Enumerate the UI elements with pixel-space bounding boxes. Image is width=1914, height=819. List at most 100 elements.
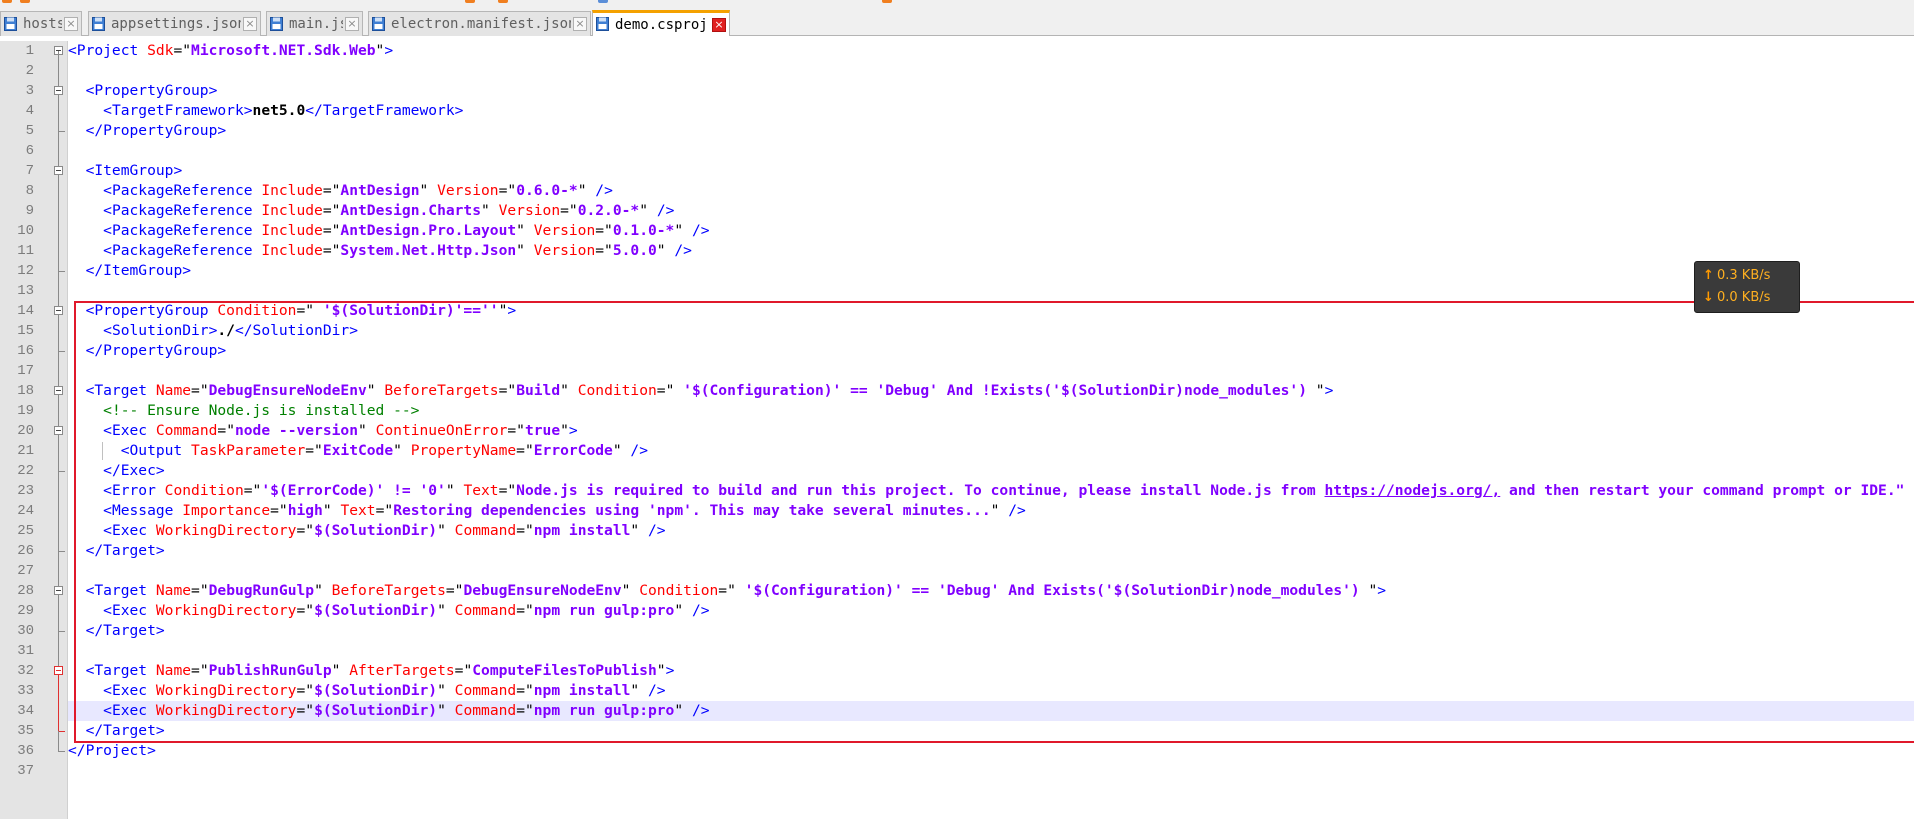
code-line: 4 <TargetFramework>net5.0</TargetFramewo…	[0, 101, 1914, 121]
line-number: 17	[17, 363, 34, 379]
code-text: </ItemGroup>	[68, 261, 191, 281]
xml-value: $(SolutionDir)	[314, 702, 438, 719]
code-text: <Exec Command="node --version" ContinueO…	[103, 422, 578, 439]
xml-value: '$(Configuration)' == 'Debug' And !Exist…	[683, 382, 1307, 399]
xml-value: npm install	[533, 682, 631, 699]
code-text: </Target>	[68, 541, 165, 561]
xml-tag: </Target>	[85, 622, 165, 639]
xml-attribute: Version	[437, 182, 499, 199]
code-line: 12 </ItemGroup>	[0, 261, 1914, 281]
tab-main-js[interactable]: main.js ×	[266, 11, 363, 36]
xml-value: Restoring dependencies using 'npm'. This…	[393, 502, 991, 519]
fold-line	[52, 261, 66, 281]
code-text: <SolutionDir>./</SolutionDir>	[68, 321, 358, 341]
fold-toggle-icon[interactable]	[52, 161, 66, 181]
fold-toggle-icon[interactable]	[52, 421, 66, 441]
tab-electron-manifest-json[interactable]: electron.manifest.json ×	[368, 11, 591, 36]
xml-attribute: ContinueOnError	[375, 422, 508, 439]
xml-tag: </TargetFramework>	[305, 102, 464, 119]
xml-tag: >	[507, 302, 517, 319]
code-line: 22 </Exec>	[0, 461, 1914, 481]
line-number: 19	[17, 403, 34, 419]
xml-value: DebugEnsureNodeEnv	[208, 382, 367, 399]
code-line: 31	[0, 641, 1914, 661]
code-line: 37	[0, 761, 1914, 781]
xml-value: npm run gulp:pro	[533, 602, 675, 619]
tab-appsettings-json[interactable]: appsettings.json ×	[88, 11, 261, 36]
code-text: <Project Sdk="Microsoft.NET.Sdk.Web">	[68, 42, 394, 59]
code-line: 9 <PackageReference Include="AntDesign.C…	[0, 201, 1914, 221]
code-text: </PropertyGroup>	[68, 121, 227, 141]
xml-tag: />	[630, 442, 648, 459]
xml-tag: <Target	[85, 662, 148, 679]
tab-hosts[interactable]: hosts ×	[0, 11, 82, 36]
code-line: 3 <PropertyGroup>	[0, 81, 1914, 101]
code-line: 18 <Target Name="DebugEnsureNodeEnv" Bef…	[0, 381, 1914, 401]
xml-attribute: Version	[498, 202, 561, 219]
code-text: <PackageReference Include="System.Net.Ht…	[103, 242, 692, 259]
xml-attribute: Command	[454, 682, 517, 699]
close-icon[interactable]: ×	[243, 17, 257, 31]
code-line: 28 <Target Name="DebugRunGulp" BeforeTar…	[0, 581, 1914, 601]
xml-tag: <Exec	[103, 702, 148, 719]
fold-line	[52, 621, 66, 641]
code-line: 26 </Target>	[0, 541, 1914, 561]
xml-tag: </ItemGroup>	[85, 262, 192, 279]
url-link[interactable]: https://nodejs.org/,	[1325, 482, 1501, 499]
xml-tag: <Exec	[103, 522, 148, 539]
toolbar-icon[interactable]	[2, 0, 12, 3]
fold-toggle-icon[interactable]	[52, 301, 66, 321]
code-line: 33 <Exec WorkingDirectory="$(SolutionDir…	[0, 681, 1914, 701]
fold-toggle-icon[interactable]	[52, 581, 66, 601]
xml-value: ErrorCode	[533, 442, 613, 459]
toolbar-icon[interactable]	[20, 0, 30, 3]
xml-tag: />	[691, 602, 710, 619]
fold-line	[52, 521, 66, 541]
xml-attribute: AfterTargets	[349, 662, 455, 679]
toolbar-icon[interactable]	[498, 0, 508, 3]
fold-toggle-icon[interactable]	[52, 381, 66, 401]
close-icon[interactable]: ×	[712, 17, 726, 32]
down-arrow-icon: ↓	[1703, 290, 1714, 305]
code-line: 30 </Target>	[0, 621, 1914, 641]
fold-line	[52, 461, 66, 481]
xml-tag: <Exec	[103, 682, 148, 699]
xml-attribute: Sdk	[138, 42, 174, 59]
xml-tag: >	[665, 662, 675, 679]
up-arrow-icon: ↑	[1703, 268, 1714, 283]
close-icon[interactable]: ×	[573, 17, 587, 31]
xml-value	[314, 302, 323, 319]
upload-speed: ↑ 0.3 KB/s	[1703, 266, 1770, 286]
xml-value: and then restart your command prompt or …	[1500, 482, 1914, 499]
code-text: </Exec>	[68, 461, 165, 481]
xml-attribute: Condition	[217, 302, 297, 319]
xml-tag: </SolutionDir>	[234, 322, 358, 339]
fold-toggle-icon[interactable]	[52, 81, 66, 101]
code-line: 14 <PropertyGroup Condition=" '$(Solutio…	[0, 301, 1914, 321]
line-number: 25	[17, 523, 34, 539]
close-icon[interactable]: ×	[64, 17, 78, 31]
xml-attribute: Include	[261, 222, 323, 239]
xml-tag: <Exec	[103, 602, 148, 619]
xml-tag: <Error	[103, 482, 156, 499]
xml-value: System.Net.Http.Json	[340, 242, 517, 259]
code-line: 32 <Target Name="PublishRunGulp" AfterTa…	[0, 661, 1914, 681]
code-text: <PackageReference Include="AntDesign.Cha…	[103, 202, 675, 219]
toolbar-icon[interactable]	[882, 0, 892, 3]
xml-tag: <ItemGroup>	[85, 162, 183, 179]
network-speed-widget[interactable]: ↑ 0.3 KB/s ↓ 0.0 KB/s	[1694, 261, 1800, 313]
fold-toggle-icon[interactable]	[52, 661, 66, 681]
fold-toggle-icon[interactable]	[52, 41, 66, 61]
tab-demo-csproj[interactable]: demo.csproj ×	[592, 10, 730, 36]
xml-value: true	[524, 422, 561, 439]
toolbar-icon[interactable]	[465, 0, 475, 3]
xml-tag: />	[674, 242, 692, 259]
toolbar-icon[interactable]	[598, 0, 608, 3]
upload-speed-value: 0.3 KB/s	[1717, 268, 1771, 283]
code-text: </Target>	[68, 721, 165, 741]
code-text: </PropertyGroup>	[68, 341, 227, 361]
xml-value: PublishRunGulp	[208, 662, 332, 679]
close-icon[interactable]: ×	[345, 17, 359, 31]
code-editor[interactable]: 1 <Project Sdk="Microsoft.NET.Sdk.Web"> …	[0, 41, 1914, 819]
xml-attribute: Include	[261, 242, 323, 259]
